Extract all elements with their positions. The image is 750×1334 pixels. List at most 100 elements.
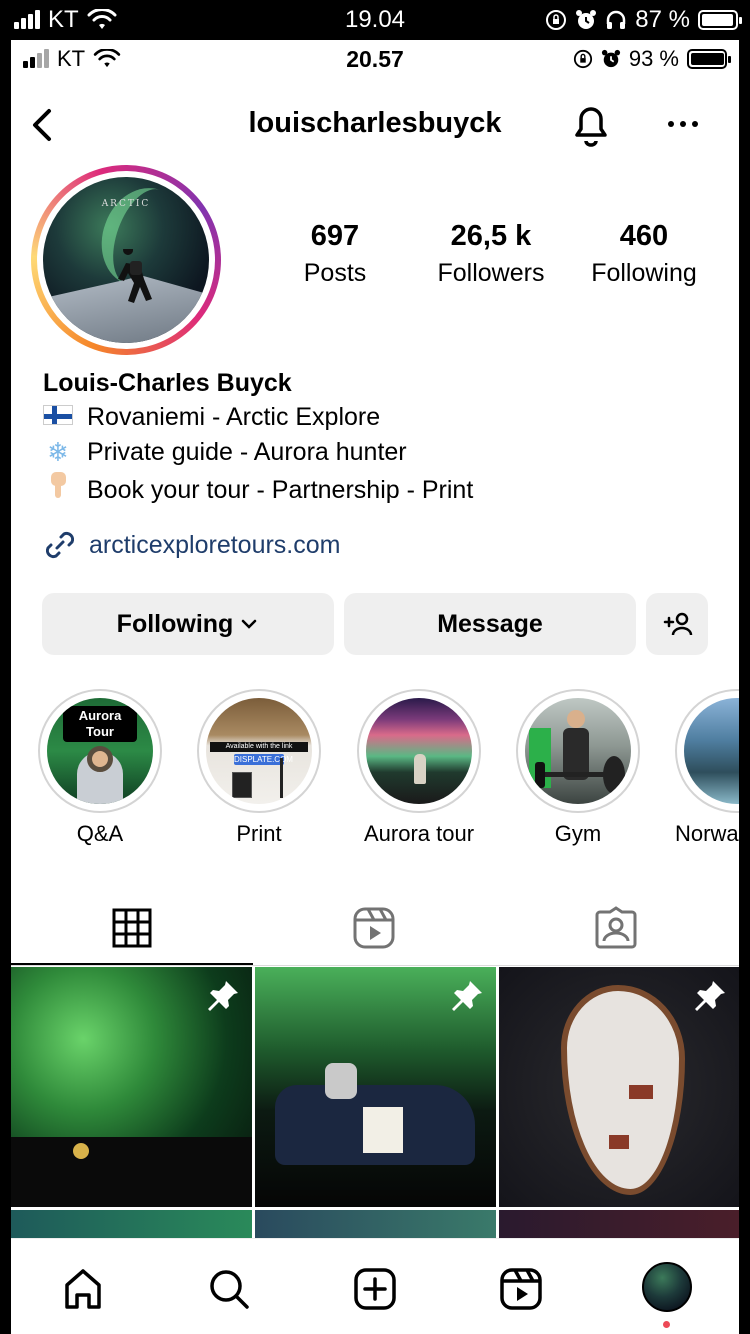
finland-flag-icon: [43, 400, 73, 435]
highlight-print[interactable]: Available with the link DISPLATE.COM Pri…: [197, 689, 321, 847]
pointing-down-hand-icon: [43, 470, 73, 510]
highlight-image: Available with the link DISPLATE.COM: [206, 698, 312, 804]
snowflake-icon: ❄: [47, 437, 69, 467]
tab-tagged[interactable]: [495, 890, 737, 966]
following-button[interactable]: Following: [42, 593, 334, 655]
link-text[interactable]: arcticexploretours.com: [89, 531, 340, 560]
bio-line: ❄ Private guide - Aurora hunter: [43, 435, 723, 470]
page-title: louischarlesbuyck: [248, 107, 502, 139]
bio-text: Book your tour - Partnership - Print: [87, 475, 474, 504]
highlight-qa[interactable]: Aurora Tour Q&A: [38, 689, 162, 847]
notifications-button[interactable]: [567, 99, 615, 149]
battery-icon: [687, 49, 731, 69]
profile-bio: Louis-Charles Buyck Rovaniemi - Arctic E…: [43, 366, 723, 510]
outer-battery-percent: 87 %: [635, 6, 690, 33]
battery-icon: [698, 10, 742, 30]
highlight-label: Q&A: [76, 821, 124, 846]
nav-reels[interactable]: [497, 1265, 545, 1313]
highlight-label: Print: [236, 821, 282, 846]
bio-text: Private guide - Aurora hunter: [87, 438, 407, 466]
message-button-label: Message: [437, 609, 543, 638]
plus-square-icon: [354, 1268, 396, 1310]
avatar-text: ARCTIC: [101, 199, 151, 209]
avatar: ARCTIC: [43, 177, 209, 343]
highlight-image: [366, 698, 472, 804]
post-thumbnail[interactable]: [255, 967, 496, 1207]
tab-reels[interactable]: [253, 890, 495, 966]
following-count: 460: [619, 220, 669, 252]
stat-posts[interactable]: 697 Posts: [283, 220, 387, 288]
link-icon: [45, 531, 75, 559]
highlight-norway[interactable]: Norwa: [675, 689, 739, 847]
bio-text: Rovaniemi - Arctic Explore: [87, 403, 381, 431]
post-thumbnail[interactable]: [11, 1210, 252, 1238]
highlight-overlay-text: Available with the link: [210, 742, 308, 752]
pin-icon: [208, 981, 238, 1011]
pin-icon: [452, 981, 482, 1011]
avatar: [642, 1262, 692, 1312]
profile-header: louischarlesbuyck: [11, 95, 739, 155]
more-options-button[interactable]: [663, 109, 703, 139]
followers-count: 26,5 k: [450, 220, 532, 252]
post-thumbnail[interactable]: [11, 967, 252, 1207]
home-icon: [65, 1269, 101, 1309]
post-thumbnail[interactable]: [499, 967, 739, 1207]
highlight-gym[interactable]: Gym: [516, 689, 640, 847]
highlight-image: Aurora Tour: [47, 698, 153, 804]
profile-avatar[interactable]: ARCTIC: [31, 165, 221, 355]
outer-status-right: 87 %: [545, 6, 742, 34]
phone-screen: KT 20.57 93 % louischarlesbuyck ARCTIC 6…: [11, 40, 739, 1334]
pin-icon: [695, 981, 725, 1011]
grid-icon: [112, 908, 152, 948]
tab-grid[interactable]: [11, 890, 253, 966]
suggest-users-button[interactable]: [646, 593, 708, 655]
highlight-label: Norwa: [675, 821, 739, 846]
search-icon: [210, 1270, 249, 1309]
tagged-icon: [595, 906, 637, 949]
notification-dot: [663, 1321, 670, 1328]
nav-home[interactable]: [59, 1265, 107, 1313]
reels-icon: [500, 1268, 542, 1310]
post-thumbnail[interactable]: [499, 1210, 739, 1238]
highlight-label: Gym: [554, 821, 602, 846]
alarm-icon: [576, 10, 597, 29]
bio-line: Book your tour - Partnership - Print: [43, 470, 723, 510]
highlight-aurora-tour[interactable]: Aurora tour: [357, 689, 481, 847]
message-button[interactable]: Message: [344, 593, 636, 655]
nav-create[interactable]: [351, 1265, 399, 1313]
posts-count: 697: [310, 220, 360, 252]
post-thumbnail[interactable]: [255, 1210, 496, 1238]
headphones-icon: [607, 10, 626, 29]
outer-status-bar: KT 19.04 87 %: [0, 0, 750, 40]
bottom-navigation: [11, 1238, 739, 1334]
alarm-icon: [601, 49, 620, 68]
posts-label: Posts: [303, 259, 367, 287]
profile-link[interactable]: arcticexploretours.com: [43, 528, 340, 562]
tab-divider: [11, 965, 739, 966]
orientation-lock-icon: [573, 49, 592, 69]
highlight-overlay-link: DISPLATE.COM: [234, 754, 293, 765]
orientation-lock-icon: [546, 10, 567, 30]
bell-icon: [575, 107, 607, 147]
highlight-overlay-text: Aurora Tour: [63, 706, 137, 742]
profile-name: Louis-Charles Buyck: [43, 369, 292, 397]
stat-following[interactable]: 460 Following: [581, 220, 707, 288]
inner-status-bar: KT 20.57 93 %: [11, 40, 739, 80]
following-button-label: Following: [116, 609, 234, 638]
profile-tabs: [11, 890, 739, 966]
following-label: Following: [591, 259, 697, 287]
followers-label: Followers: [437, 259, 545, 287]
highlight-image: [684, 698, 739, 804]
chevron-down-icon: [242, 619, 257, 629]
nav-search[interactable]: [205, 1265, 253, 1313]
inner-battery-percent: 93 %: [628, 46, 679, 71]
bio-line: Rovaniemi - Arctic Explore: [43, 400, 723, 435]
more-horizontal-icon: [668, 121, 698, 127]
highlight-label: Aurora tour: [363, 821, 475, 846]
nav-profile[interactable]: [641, 1261, 693, 1313]
add-person-icon: [663, 612, 693, 636]
reels-icon: [353, 907, 395, 949]
stat-followers[interactable]: 26,5 k Followers: [424, 220, 558, 288]
highlight-image: [525, 698, 631, 804]
inner-status-right: 93 %: [573, 46, 731, 72]
